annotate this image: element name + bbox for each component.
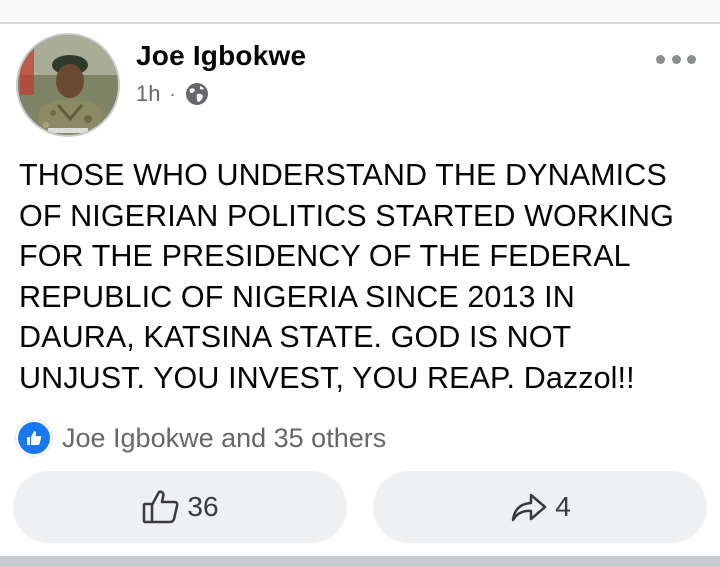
- like-reaction-icon: [16, 420, 52, 456]
- like-button[interactable]: 36: [13, 471, 347, 543]
- post-body: THOSE WHO UNDERSTAND THE DYNAMICS OF NIG…: [19, 158, 674, 395]
- more-options-icon[interactable]: [656, 52, 696, 66]
- post-meta: 1h ·: [136, 81, 210, 107]
- share-arrow-icon: [511, 493, 547, 522]
- meta-separator: ·: [169, 83, 176, 104]
- share-count: 4: [555, 491, 571, 522]
- reactions-text: Joe Igbokwe and 35 others: [62, 422, 387, 453]
- avatar-photo: [18, 35, 118, 135]
- post-card: Joe Igbokwe 1h · THOSE WHO UNDERSTAND TH…: [0, 24, 720, 554]
- like-count: 36: [187, 491, 219, 522]
- author-name[interactable]: Joe Igbokwe: [136, 40, 306, 72]
- thumbs-up-icon: [143, 490, 179, 524]
- share-button[interactable]: 4: [373, 471, 707, 543]
- globe-icon[interactable]: [184, 81, 210, 107]
- post-time[interactable]: 1h: [136, 81, 160, 107]
- reactions-summary[interactable]: Joe Igbokwe and 35 others: [16, 420, 386, 456]
- bottom-divider: [0, 556, 720, 567]
- top-divider: [0, 0, 720, 24]
- avatar[interactable]: [16, 33, 120, 137]
